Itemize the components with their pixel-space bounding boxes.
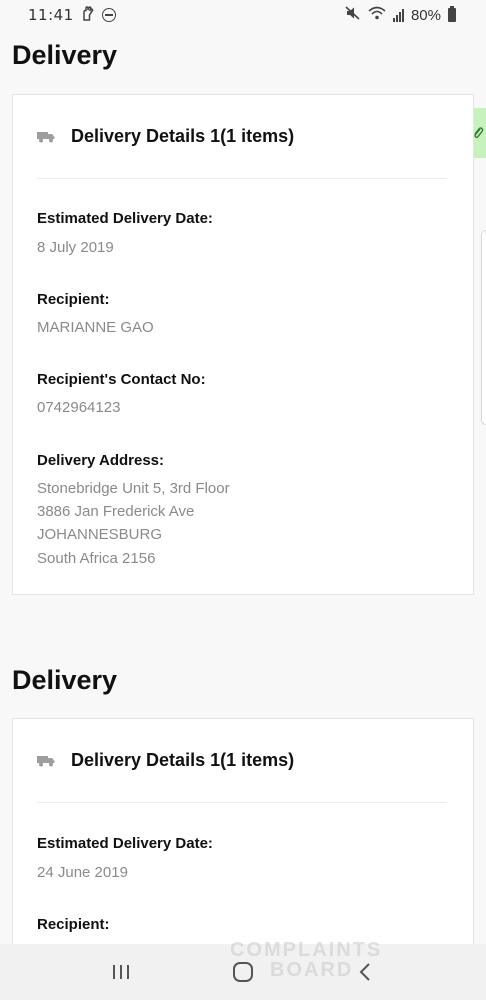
hand-icon	[81, 5, 95, 25]
recents-button[interactable]	[101, 952, 141, 992]
battery-icon	[448, 6, 456, 22]
address-line-2: 3886 Jan Frederick Ave	[37, 503, 195, 520]
contact-label: Recipient's Contact No:	[37, 371, 206, 388]
recipient-label: Recipient:	[37, 916, 110, 933]
address-line-4: South Africa 2156	[37, 550, 156, 567]
delivery-card: Delivery Details 1(1 items) Estimated De…	[12, 718, 474, 958]
navigation-bar	[0, 944, 486, 1000]
section-title: Delivery	[12, 40, 118, 70]
home-icon	[233, 962, 253, 982]
card-header: Delivery Details 1(1 items)	[37, 95, 447, 179]
estimated-date-label: Estimated Delivery Date:	[37, 210, 213, 227]
estimated-date-value: 8 July 2019	[37, 239, 114, 256]
recents-icon	[113, 965, 129, 979]
battery-percent: 80%	[410, 6, 441, 24]
card-title: Delivery Details 1(1 items)	[71, 750, 295, 770]
recipient-value: MARIANNE GAO	[37, 319, 154, 336]
back-button[interactable]	[345, 952, 385, 992]
home-button[interactable]	[223, 952, 263, 992]
truck-icon	[37, 755, 55, 766]
status-right: 80%	[345, 5, 456, 25]
status-time: 11:41	[28, 6, 74, 24]
wifi-icon	[368, 6, 386, 25]
estimated-date-label: Estimated Delivery Date:	[37, 835, 213, 852]
contact-value: 0742964123	[37, 399, 121, 416]
section-title: Delivery	[12, 665, 118, 695]
recipient-label: Recipient:	[37, 291, 110, 308]
address-label: Delivery Address:	[37, 452, 165, 469]
do-not-disturb-icon	[101, 8, 116, 22]
edge-panel-handle[interactable]	[481, 230, 486, 425]
estimated-date-value: 24 June 2019	[37, 864, 128, 881]
status-left: 11:41	[28, 5, 116, 25]
card-title: Delivery Details 1(1 items)	[71, 126, 295, 146]
card-header: Delivery Details 1(1 items)	[37, 719, 447, 803]
mute-icon	[345, 5, 361, 25]
signal-icon	[392, 8, 404, 22]
status-bar: 11:41 80%	[0, 0, 486, 30]
address-line-3: JOHANNESBURG	[37, 526, 163, 543]
back-icon	[359, 963, 370, 981]
delivery-card: Delivery Details 1(1 items) Estimated De…	[12, 94, 474, 595]
truck-icon	[37, 131, 55, 142]
address-line-1: Stonebridge Unit 5, 3rd Floor	[37, 480, 230, 497]
